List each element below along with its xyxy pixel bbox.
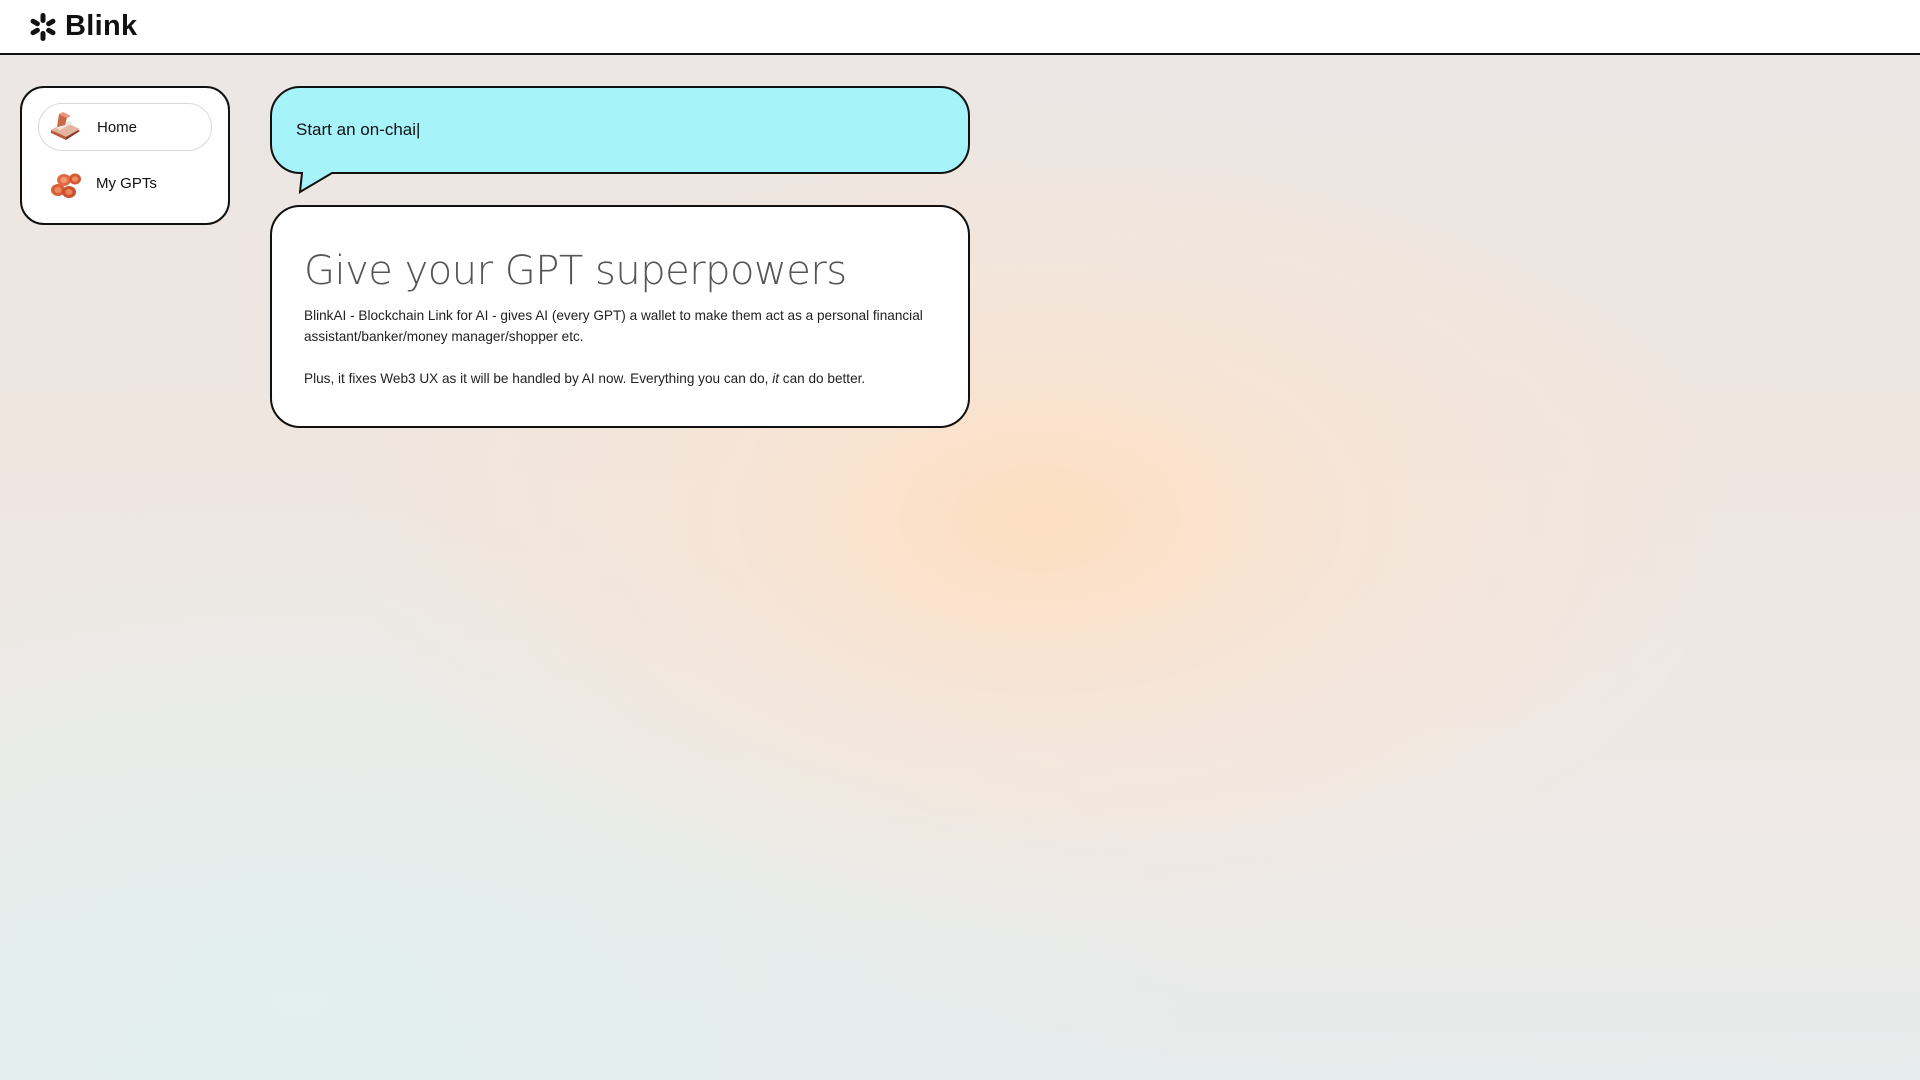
brand-name: Blink bbox=[65, 10, 138, 42]
top-bar: Blink bbox=[0, 0, 1920, 55]
card-paragraph-1: BlinkAI - Blockchain Link for AI - gives… bbox=[304, 308, 923, 344]
wallet-icon bbox=[51, 112, 80, 140]
coins-icon bbox=[51, 173, 81, 198]
card-paragraph-2: Plus, it fixes Web3 UX as it will be han… bbox=[304, 368, 936, 389]
paragraph-2-text: Plus, it fixes Web3 UX as it will be han… bbox=[304, 371, 773, 386]
card-title: Give your GPT superpowers bbox=[304, 248, 847, 294]
sidebar-item-label: Home bbox=[97, 118, 138, 136]
spark-logo-icon bbox=[30, 12, 56, 41]
sidebar-item-my-gpts[interactable]: My GPTs bbox=[38, 159, 212, 207]
sidebar: Home My GPTs bbox=[20, 86, 230, 225]
sidebar-item-label: My GPTs bbox=[96, 174, 157, 192]
prompt-bubble bbox=[270, 86, 970, 194]
paragraph-2-emphasis: it bbox=[772, 371, 780, 386]
brand-logo[interactable]: Blink bbox=[27, 10, 137, 43]
prompt-input[interactable] bbox=[296, 111, 936, 149]
sidebar-item-home[interactable]: Home bbox=[38, 103, 212, 151]
intro-card: Give your GPT superpowers BlinkAI - Bloc… bbox=[270, 205, 970, 428]
paragraph-2-end: can do better. bbox=[779, 371, 866, 386]
